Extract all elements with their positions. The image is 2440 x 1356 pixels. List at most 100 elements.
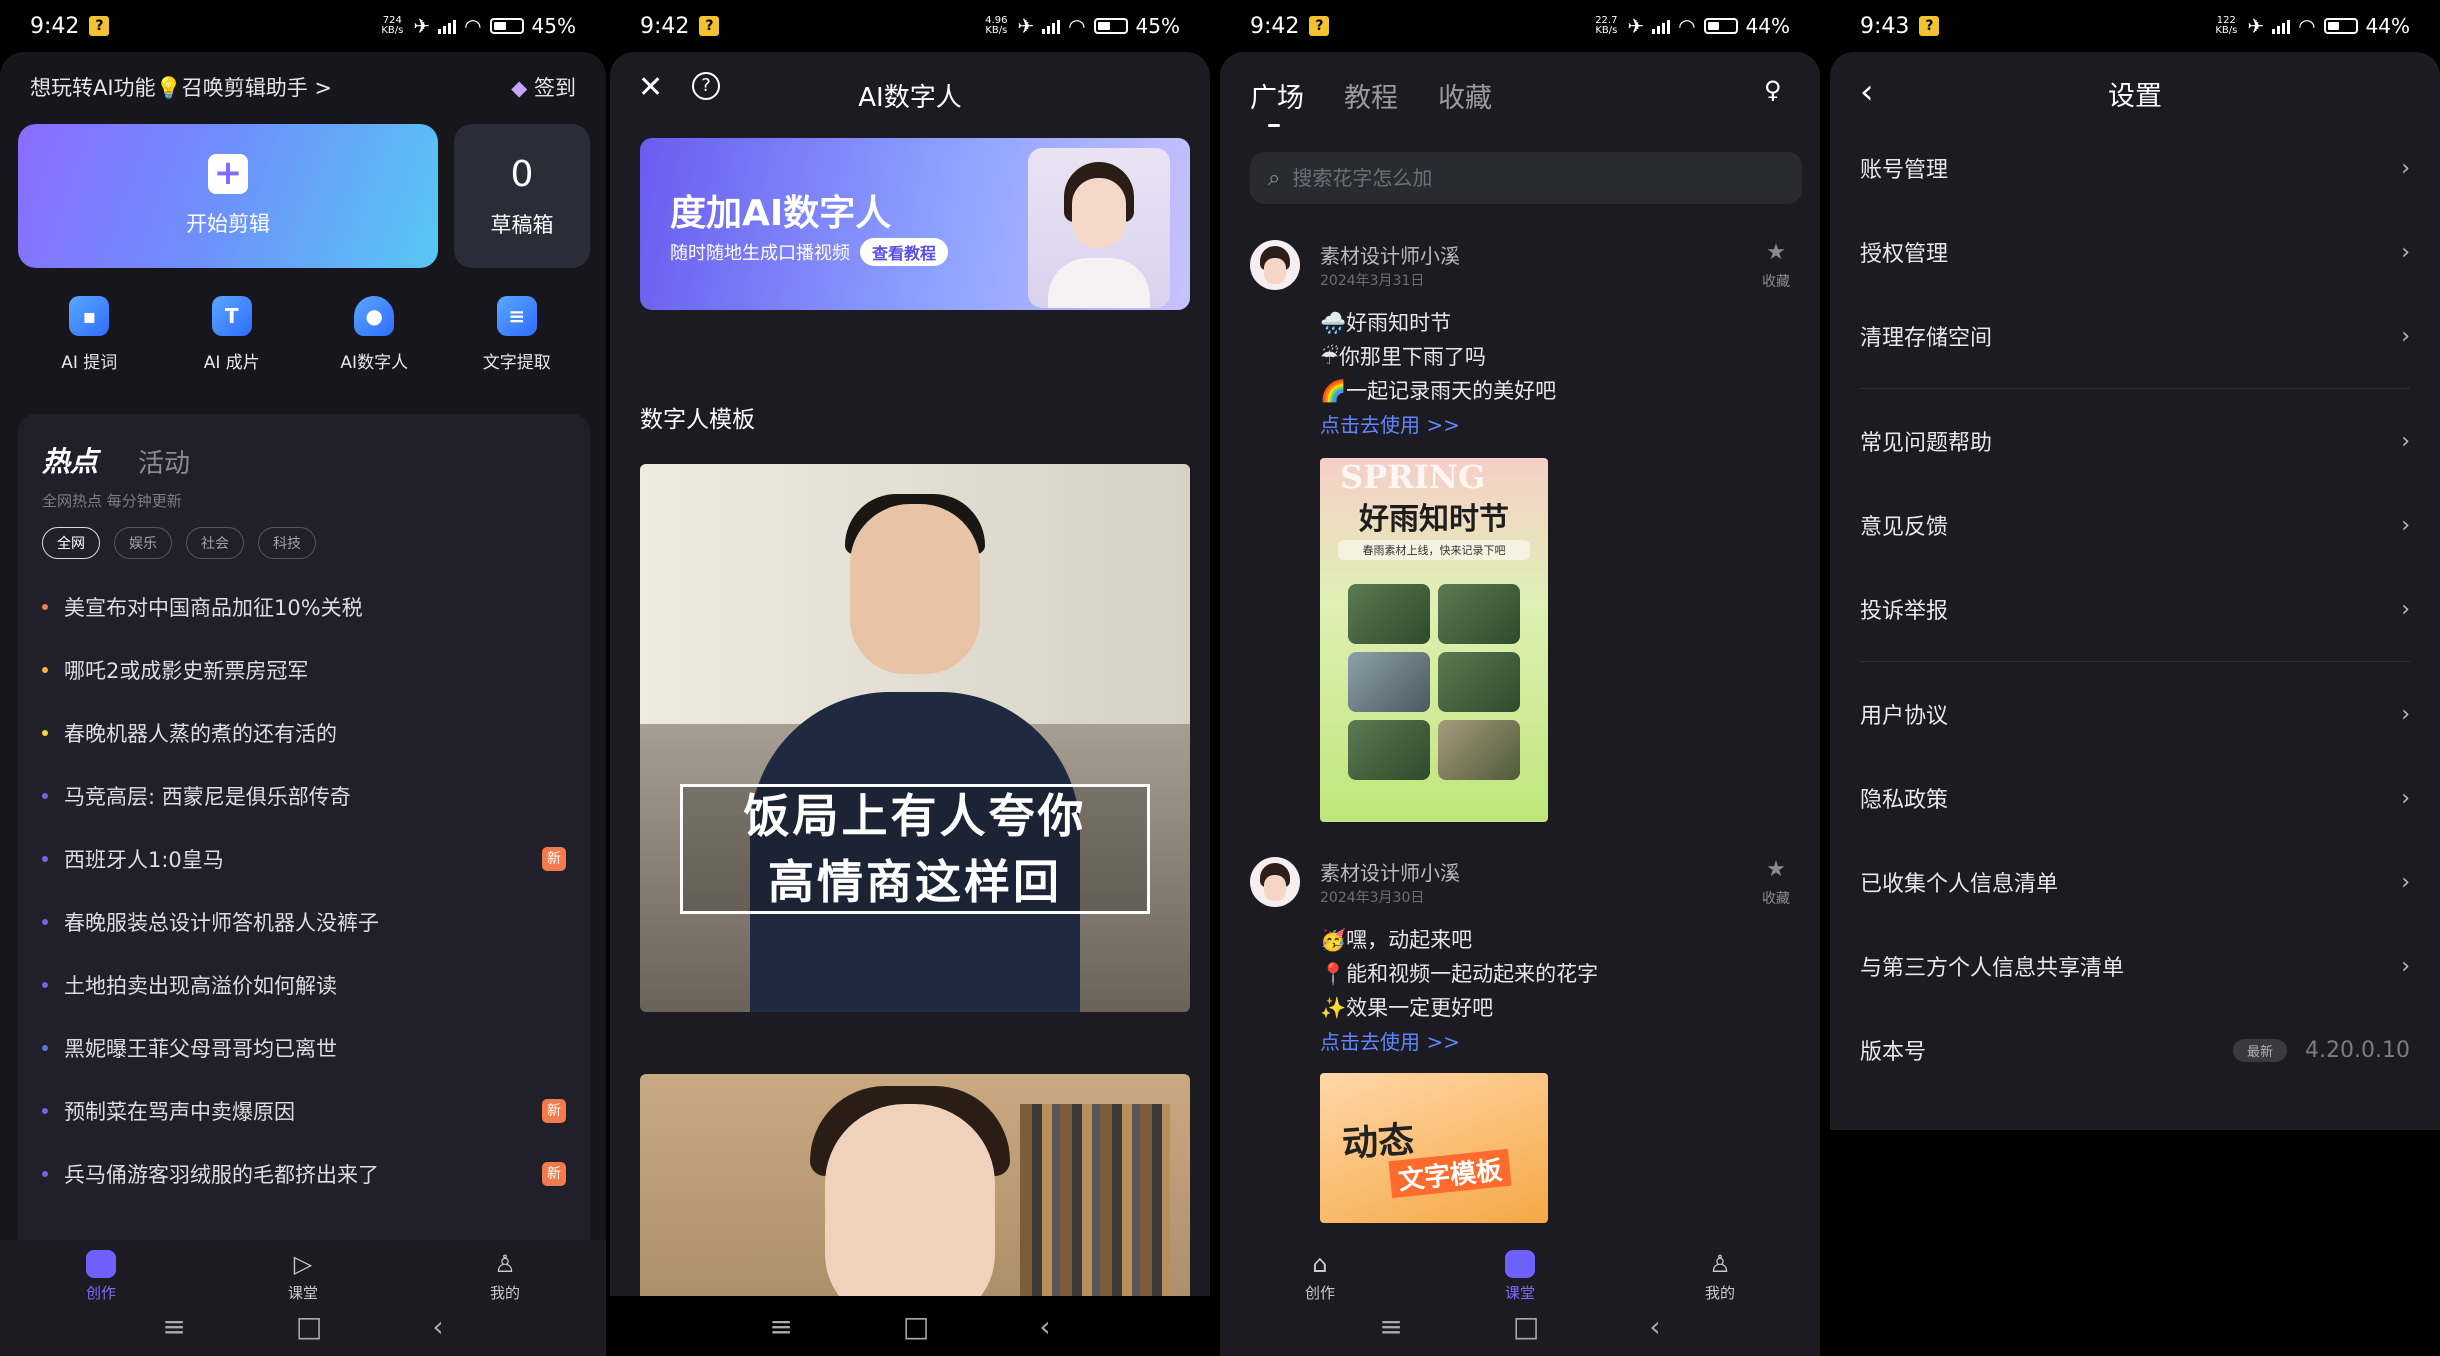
favorite-button[interactable]: ★ 收藏 [1762, 240, 1790, 291]
ai-assistant-prompt[interactable]: 想玩转AI功能💡召唤剪辑助手 > [30, 72, 332, 102]
template-preview[interactable]: SPRING 好雨知时节 春雨素材上线，快来记录下吧 [1320, 458, 1548, 822]
signal-icon [1652, 18, 1671, 34]
settings-row[interactable]: 投诉举报 › [1860, 567, 2410, 651]
hot-item[interactable]: 兵马俑游客羽绒服的毛都挤出来了 新 [42, 1142, 566, 1205]
tool-text-extract[interactable]: ≡ 文字提取 [462, 296, 572, 373]
tab-activity[interactable]: 活动 [138, 443, 190, 480]
bottom-nav: ⌂ 创作 课堂 ♙ 我的 ≡ □ ‹ [1220, 1240, 1820, 1356]
hot-item[interactable]: 马竞高层: 西蒙尼是俱乐部传奇 [42, 764, 566, 827]
tool-ai-film[interactable]: T AI 成片 [177, 296, 287, 373]
screen-classroom: 9:42? 22.7 KB/s ✈ ◠ 44% 广场 教程 收藏 ♀ ⌕ 素材设… [1220, 0, 1820, 1356]
hot-item-text: 春晚机器人蒸的煮的还有活的 [64, 721, 337, 746]
wifi-icon: ◠ [1068, 14, 1086, 38]
filter-chip[interactable]: 娱乐 [114, 527, 172, 559]
battery-percent: 45% [1135, 14, 1180, 38]
caption-line: 高情商这样回 [768, 855, 1062, 909]
chevron-right-icon: › [2401, 239, 2410, 265]
hot-item[interactable]: 黑妮曝王菲父母哥哥均已离世 [42, 1016, 566, 1079]
filter-chip[interactable]: 科技 [258, 527, 316, 559]
favorite-button[interactable]: ★ 收藏 [1762, 857, 1790, 908]
menu-icon[interactable]: ≡ [1379, 1310, 1402, 1343]
back-icon[interactable]: ‹ [432, 1310, 443, 1343]
create-icon [86, 1250, 116, 1278]
settings-row[interactable]: 清理存储空间 › [1860, 294, 2410, 378]
back-icon[interactable]: ‹ [1039, 1310, 1050, 1343]
template-card[interactable] [640, 1074, 1190, 1334]
sparkle-icon: ◆ [511, 76, 534, 100]
tool-digital-human[interactable]: ● AI数字人 [319, 296, 429, 373]
hot-item[interactable]: 春晚服装总设计师答机器人没裤子 [42, 890, 566, 953]
drafts-button[interactable]: 0 草稿箱 [454, 124, 590, 268]
favorite-label: 收藏 [1762, 891, 1790, 907]
use-link[interactable]: 点击去使用 >> [1320, 408, 1556, 442]
hot-item[interactable]: 美宣布对中国商品加征10%关税 [42, 575, 566, 638]
nav-label: 课堂 [287, 1284, 318, 1302]
nav-classroom[interactable]: 课堂 [1460, 1250, 1580, 1310]
bullet-dot [42, 792, 48, 799]
avatar[interactable] [1250, 240, 1300, 290]
bullet-dot [42, 603, 48, 610]
nav-mine[interactable]: ♙ 我的 [1660, 1250, 1780, 1310]
tool-ai-prompt[interactable]: ▪ AI 提词 [34, 296, 144, 373]
view-tutorial-button[interactable]: 查看教程 [860, 238, 949, 266]
start-edit-button[interactable]: + 开始剪辑 [18, 124, 438, 268]
settings-row[interactable]: 账号管理 › [1860, 126, 2410, 210]
template-preview[interactable]: 动态 文字模板 [1320, 1073, 1548, 1223]
signin-button[interactable]: ◆ 签到 [511, 72, 576, 102]
chevron-right-icon: › [2401, 785, 2410, 811]
use-link[interactable]: 点击去使用 >> [1320, 1025, 1598, 1059]
tab-tutorial[interactable]: 教程 [1344, 76, 1398, 115]
tab-favorites[interactable]: 收藏 [1438, 76, 1492, 115]
hot-item-text: 美宣布对中国商品加征10%关税 [64, 595, 363, 620]
hot-item[interactable]: 哪吒2或成影史新票房冠军 [42, 638, 566, 701]
hot-item[interactable]: 春晚机器人蒸的煮的还有活的 [42, 701, 566, 764]
filter-chip[interactable]: 全网 [42, 527, 100, 559]
settings-row[interactable]: 隐私政策 › [1860, 756, 2410, 840]
menu-icon[interactable]: ≡ [162, 1310, 185, 1343]
star-icon: ★ [1766, 240, 1786, 265]
promo-banner[interactable]: 度加AI数字人 随时随地生成口播视频 查看教程 [640, 138, 1190, 310]
home-icon[interactable]: □ [903, 1310, 929, 1343]
hot-item[interactable]: 土地拍卖出现高溢价如何解读 [42, 953, 566, 1016]
home-icon[interactable]: □ [1513, 1310, 1539, 1343]
post-author[interactable]: 素材设计师小溪 [1320, 857, 1460, 886]
settings-row[interactable]: 与第三方个人信息共享清单 › [1860, 924, 2410, 1008]
search-input[interactable] [1292, 166, 1743, 190]
card-subtitle: 春雨素材上线，快来记录下吧 [1338, 540, 1530, 560]
template-card[interactable]: 饭局上有人夸你 高情商这样回 [640, 464, 1190, 1012]
nav-mine[interactable]: ♙ 我的 [445, 1250, 565, 1310]
filter-chip[interactable]: 社会 [186, 527, 244, 559]
version-row: 版本号 最新 4.20.0.10 [1860, 1008, 2410, 1092]
post-line: ✨效果一定更好吧 [1320, 996, 1494, 1020]
post-date: 2024年3月31日 [1320, 273, 1425, 289]
hot-item-text: 哪吒2或成影史新票房冠军 [64, 658, 309, 683]
post-author[interactable]: 素材设计师小溪 [1320, 240, 1460, 269]
bullet-dot [42, 918, 48, 925]
settings-row[interactable]: 已收集个人信息清单 › [1860, 840, 2410, 924]
text-extract-icon: ≡ [496, 296, 537, 336]
settings-row[interactable]: 常见问题帮助 › [1860, 399, 2410, 483]
avatar[interactable] [1250, 857, 1300, 907]
menu-icon[interactable]: ≡ [769, 1310, 792, 1343]
nav-classroom[interactable]: ▷ 课堂 [243, 1250, 363, 1310]
system-nav: ≡ □ ‹ [610, 1296, 1210, 1356]
tab-square[interactable]: 广场 [1250, 76, 1304, 127]
chevron-right-icon: › [2401, 596, 2410, 622]
battery-icon [2323, 18, 2358, 34]
settings-label: 清理存储空间 [1860, 326, 1993, 351]
settings-row[interactable]: 意见反馈 › [1860, 483, 2410, 567]
tab-hot[interactable]: 热点 [42, 440, 98, 480]
hot-item[interactable]: 西班牙人1:0皇马 新 [42, 827, 566, 890]
status-bar: 9:43? 122 KB/s ✈ ◠ 44% [1830, 0, 2440, 52]
settings-row[interactable]: 授权管理 › [1860, 210, 2410, 294]
nav-create[interactable]: 创作 [41, 1250, 161, 1310]
create-panel: 想玩转AI功能💡召唤剪辑助手 > ◆ 签到 + 开始剪辑 0 草稿箱 ▪ AI 提… [0, 52, 606, 1356]
nav-create[interactable]: ⌂ 创作 [1260, 1250, 1380, 1310]
hot-item[interactable]: 预制菜在骂声中卖爆原因 新 [42, 1079, 566, 1142]
bulb-icon[interactable]: ♀ [1764, 76, 1790, 106]
settings-row[interactable]: 用户协议 › [1860, 672, 2410, 756]
back-icon[interactable]: ‹ [1649, 1310, 1660, 1343]
mute-icon: ✈ [1627, 14, 1645, 38]
status-bar: 9:42? 22.7 KB/s ✈ ◠ 44% [1220, 0, 1820, 52]
home-icon[interactable]: □ [296, 1310, 322, 1343]
